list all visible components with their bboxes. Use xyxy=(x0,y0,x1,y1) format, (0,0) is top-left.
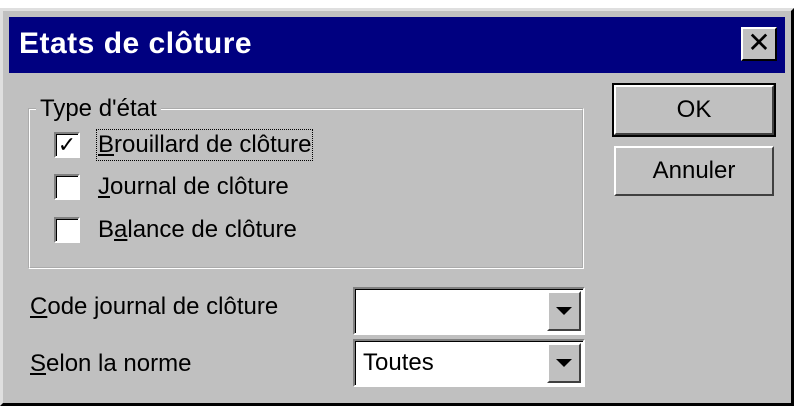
close-button[interactable]: ✕ xyxy=(741,27,777,61)
report-type-legend: Type d'état xyxy=(40,95,157,122)
window-title: Etats de clôture xyxy=(19,27,253,60)
brouillard-label: Brouillard de clôture xyxy=(95,129,314,161)
checkbox-row-balance[interactable]: Balance de clôture xyxy=(54,213,297,247)
journal-label: Journal de clôture xyxy=(98,173,289,200)
balance-label: Balance de clôture xyxy=(98,216,297,243)
cancel-button[interactable]: Annuler xyxy=(614,146,774,196)
brouillard-checkbox[interactable]: ✓ xyxy=(54,132,80,158)
title-bar: Etats de clôture ✕ xyxy=(9,17,785,73)
norme-label: Selon la norme xyxy=(30,350,192,377)
dropdown-arrow-icon xyxy=(556,359,572,367)
code-journal-select[interactable] xyxy=(353,287,585,335)
norme-select[interactable]: Toutes xyxy=(353,339,585,387)
checkbox-row-journal[interactable]: Journal de clôture xyxy=(54,170,289,204)
checkbox-row-brouillard[interactable]: ✓ Brouillard de clôture xyxy=(54,128,314,162)
norme-dropdown-button[interactable] xyxy=(547,343,581,383)
dropdown-arrow-icon xyxy=(556,307,572,315)
ok-button[interactable]: OK xyxy=(612,83,776,137)
close-icon: ✕ xyxy=(747,27,771,58)
code-journal-label: Code journal de clôture xyxy=(30,293,279,320)
journal-checkbox[interactable] xyxy=(54,174,80,200)
check-icon: ✓ xyxy=(57,132,77,157)
balance-checkbox[interactable] xyxy=(54,217,80,243)
norme-value: Toutes xyxy=(363,349,434,376)
code-journal-dropdown-button[interactable] xyxy=(547,291,581,331)
